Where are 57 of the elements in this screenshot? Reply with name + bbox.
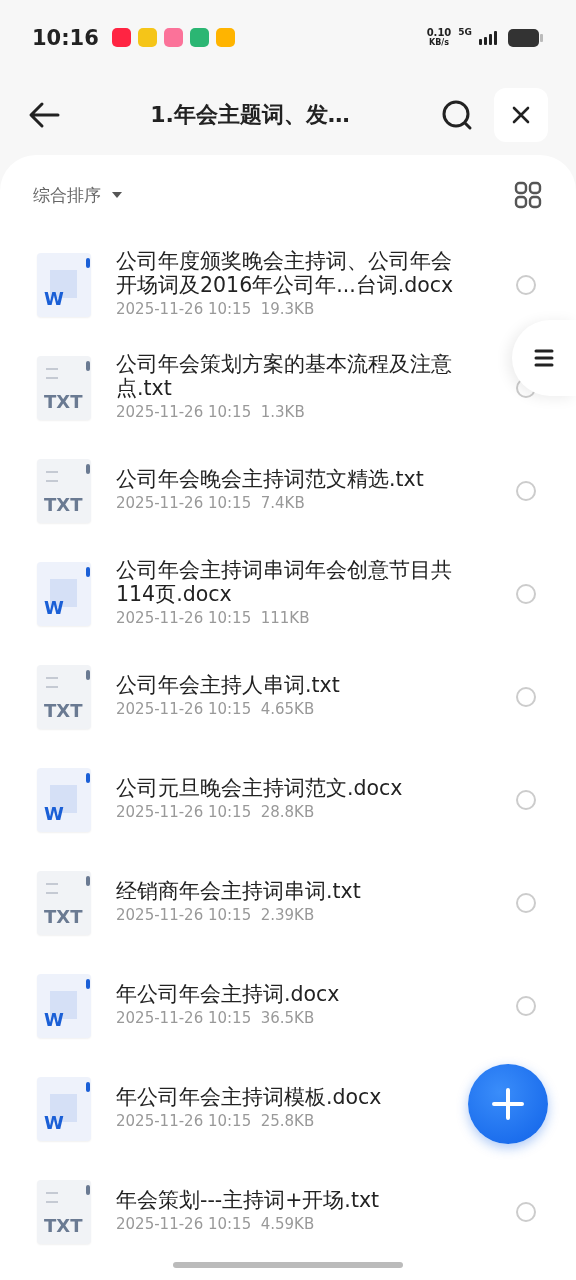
- app-notification-icon: [111, 28, 131, 47]
- select-radio[interactable]: [516, 583, 536, 604]
- file-meta: 2025-11-26 10:15 19.3KB: [116, 299, 315, 320]
- select-radio[interactable]: [516, 1201, 536, 1222]
- file-name[interactable]: 年公司年会主持词.docx: [116, 982, 340, 1006]
- folder-title: 1.年会主题词、发…: [149, 101, 351, 129]
- word-file-icon: W: [37, 252, 91, 317]
- network-speed: 0.10 KB/s: [426, 27, 452, 48]
- file-name[interactable]: 年会策划---主持词+开场.txt: [116, 1188, 380, 1212]
- file-name[interactable]: 公司年度颁奖晚会主持词、公司年会开场词及2016年公司年...台词.docx: [116, 249, 454, 297]
- word-file-icon: W: [37, 973, 91, 1038]
- file-meta: 2025-11-26 10:15 25.8KB: [116, 1111, 315, 1132]
- text-file-icon: TXT: [37, 1179, 91, 1244]
- word-file-icon: W: [37, 767, 91, 832]
- close-button[interactable]: [494, 88, 548, 142]
- file-name[interactable]: 经销商年会主持词串词.txt: [116, 879, 361, 903]
- search-icon: [440, 98, 474, 132]
- file-meta: 2025-11-26 10:15 7.4KB: [116, 493, 305, 514]
- app-notification-icon: [163, 28, 183, 47]
- sort-dropdown[interactable]: 综合排序: [33, 183, 123, 207]
- text-file-icon: TXT: [37, 355, 91, 420]
- close-icon: [511, 105, 531, 125]
- menu-icon: [534, 349, 554, 367]
- app-notification-icon: [137, 28, 157, 47]
- app-notification-icon: [189, 28, 209, 47]
- text-file-icon: TXT: [37, 870, 91, 935]
- file-name[interactable]: 年公司年会主持词模板.docx: [116, 1085, 382, 1109]
- battery-icon: [508, 27, 544, 48]
- text-file-icon: TXT: [37, 664, 91, 729]
- file-meta: 2025-11-26 10:15 4.65KB: [116, 699, 315, 720]
- file-name[interactable]: 公司元旦晚会主持词范文.docx: [116, 776, 403, 800]
- file-meta: 2025-11-26 10:15 1.3KB: [116, 402, 305, 423]
- select-radio[interactable]: [516, 892, 536, 913]
- caret-icon: [111, 191, 123, 199]
- grid-view-icon[interactable]: [514, 181, 542, 209]
- file-meta: 2025-11-26 10:15 4.59KB: [116, 1214, 315, 1235]
- file-meta: 2025-11-26 10:15 2.39KB: [116, 905, 315, 926]
- select-radio[interactable]: [516, 686, 536, 707]
- select-radio[interactable]: [516, 789, 536, 810]
- select-radio[interactable]: [516, 274, 536, 295]
- file-meta: 2025-11-26 10:15 111KB: [116, 608, 310, 629]
- back-arrow-icon: [28, 101, 60, 129]
- file-meta: 2025-11-26 10:15 28.8KB: [116, 802, 315, 823]
- file-meta: 2025-11-26 10:15 36.5KB: [116, 1008, 315, 1029]
- word-file-icon: W: [37, 1076, 91, 1141]
- file-name[interactable]: 公司年会主持人串词.txt: [116, 673, 340, 697]
- file-name[interactable]: 公司年会策划方案的基本流程及注意点.txt: [116, 352, 454, 400]
- app-notification-icon: [215, 28, 235, 47]
- plus-icon: [491, 1087, 525, 1121]
- status-time: 10:16: [32, 25, 99, 50]
- select-radio[interactable]: [516, 995, 536, 1016]
- network-type: 5G: [458, 27, 472, 37]
- word-file-icon: W: [37, 561, 91, 626]
- select-radio[interactable]: [516, 480, 536, 501]
- text-file-icon: TXT: [37, 458, 91, 523]
- file-name[interactable]: 公司年会晚会主持词范文精选.txt: [116, 467, 424, 491]
- file-name[interactable]: 公司年会主持词串词年会创意节目共114页.docx: [116, 558, 454, 606]
